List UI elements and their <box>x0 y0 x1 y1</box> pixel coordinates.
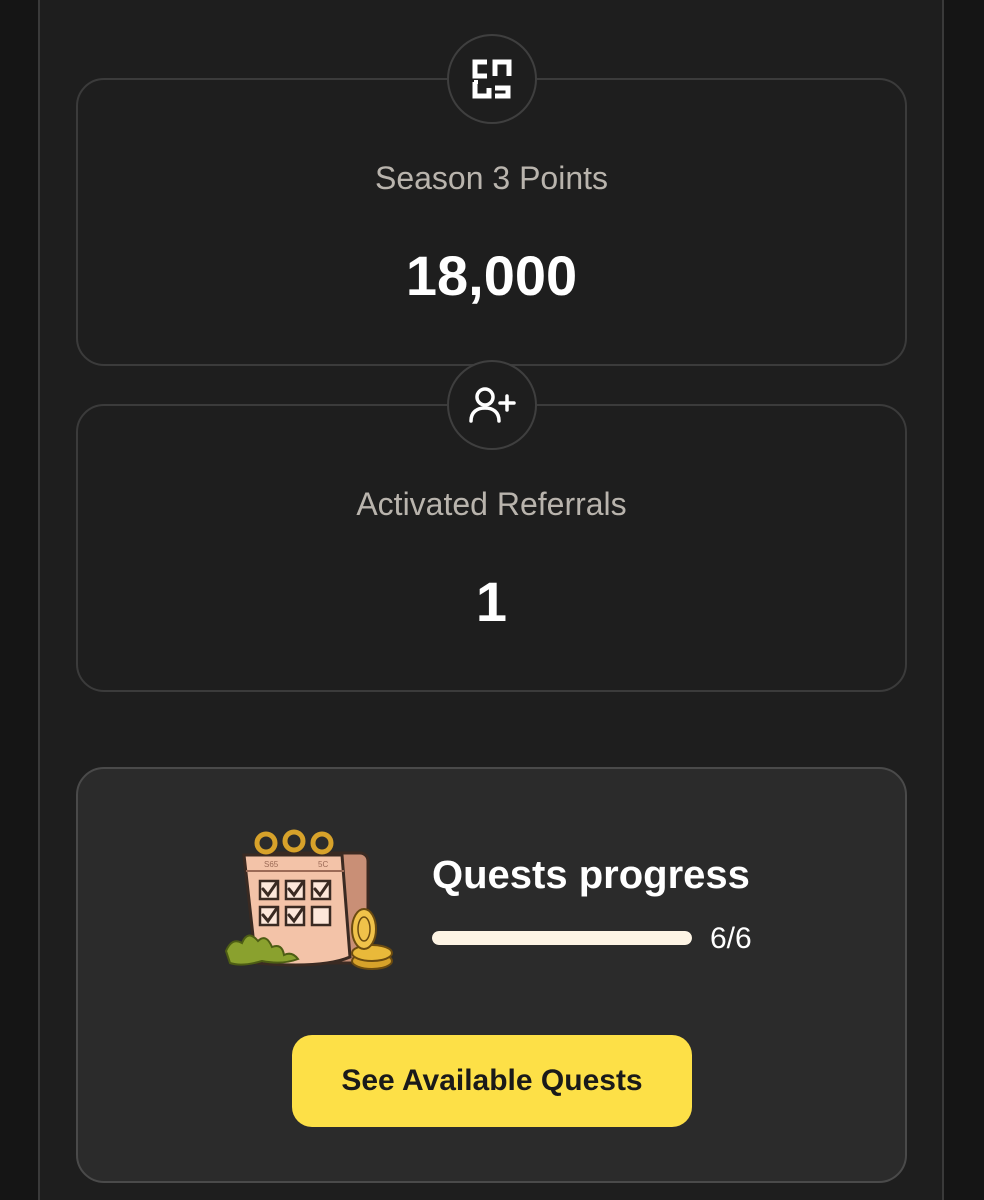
referrals-label: Activated Referrals <box>356 486 627 522</box>
season-points-label: Season 3 Points <box>374 160 609 196</box>
quests-progress-bar <box>432 931 692 945</box>
svg-text:5C: 5C <box>318 860 328 869</box>
referrals-card: Activated Referrals 1 <box>76 360 907 692</box>
season-points-card: Season 3 Points 18,000 <box>76 34 907 366</box>
quests-progress-fill <box>432 931 692 945</box>
season-points-value: 18,000 <box>405 244 578 307</box>
referrals-value: 1 <box>475 570 508 633</box>
quests-progress-count: 6/6 <box>710 922 752 955</box>
svg-text:S65: S65 <box>264 860 279 869</box>
app-viewport: Season 3 Points 18,000 Activated Referra… <box>0 0 984 1200</box>
brand-logo-icon <box>472 59 511 99</box>
add-user-icon <box>468 387 516 423</box>
quests-card: S65 5C Quests progress 6/6 See Available… <box>76 767 907 1183</box>
referrals-badge <box>446 360 537 450</box>
season-points-badge <box>446 34 537 124</box>
quest-calendar-illustration: S65 5C <box>224 829 393 970</box>
quests-progress-title: Quests progress <box>432 853 750 897</box>
see-available-quests-button[interactable]: See Available Quests <box>292 1035 692 1127</box>
